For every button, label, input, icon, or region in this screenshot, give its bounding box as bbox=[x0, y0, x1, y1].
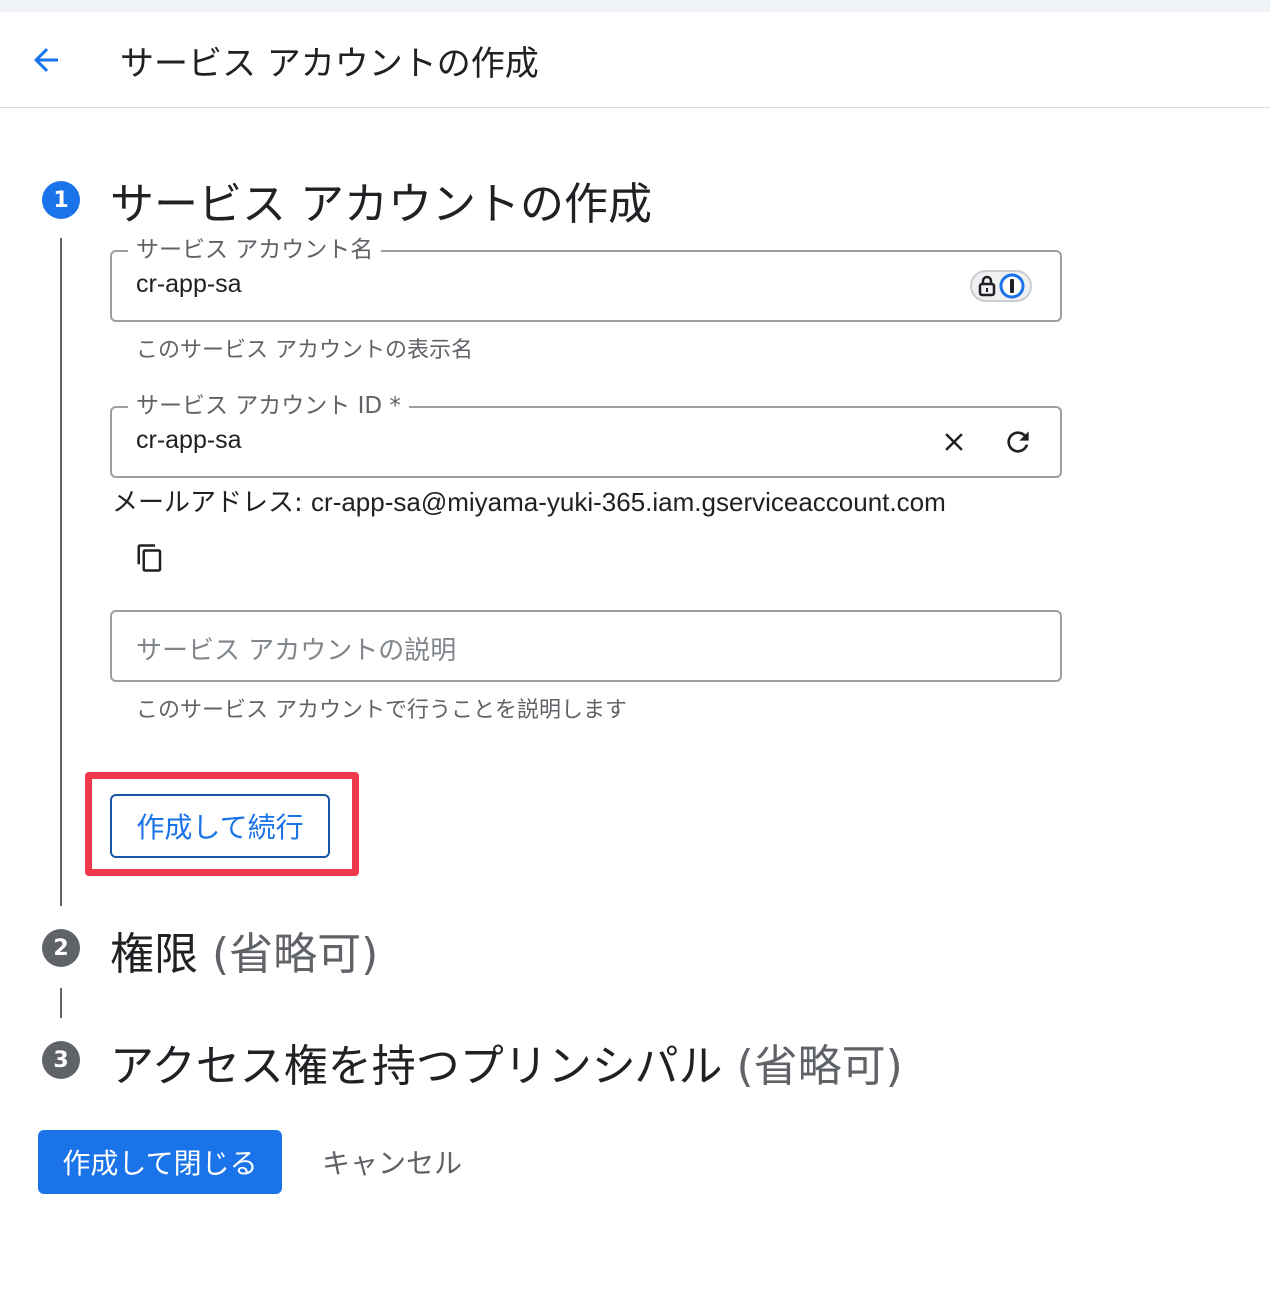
refresh-icon bbox=[1007, 431, 1029, 453]
copy-email-button[interactable] bbox=[130, 538, 170, 578]
step-2-optional: (省略可) bbox=[212, 929, 379, 980]
create-and-close-button[interactable]: 作成して閉じる bbox=[38, 1130, 282, 1194]
cancel-button[interactable]: キャンセル bbox=[302, 1130, 482, 1194]
step-1-title-text: サービス アカウントの作成 bbox=[110, 179, 652, 230]
step-1-indicator: 1 bbox=[42, 181, 80, 219]
service-account-id-label: サービス アカウント ID * bbox=[128, 392, 409, 420]
page-title: サービス アカウントの作成 bbox=[120, 44, 539, 84]
copy-icon bbox=[137, 544, 162, 572]
create-and-continue-button[interactable]: 作成して続行 bbox=[110, 794, 330, 858]
regenerate-id-button[interactable] bbox=[998, 422, 1038, 462]
clear-id-button[interactable] bbox=[934, 422, 974, 462]
password-manager-badge[interactable] bbox=[970, 270, 1032, 302]
top-strip bbox=[0, 0, 1270, 28]
service-account-name-input[interactable] bbox=[136, 270, 916, 299]
service-account-id-input[interactable] bbox=[136, 426, 916, 455]
service-account-id-field[interactable]: サービス アカウント ID * bbox=[110, 392, 1062, 478]
step-2-connector bbox=[60, 988, 62, 1018]
service-account-email: メールアドレス: cr-app-sa@miyama-yuki-365.iam.g… bbox=[112, 482, 946, 519]
step-2-title[interactable]: 権限 (省略可) bbox=[110, 918, 378, 982]
step-1-title[interactable]: サービス アカウントの作成 bbox=[110, 168, 652, 232]
step-2-indicator: 2 bbox=[42, 929, 80, 967]
arrow-left-icon bbox=[34, 48, 58, 72]
step-2-title-text: 権限 bbox=[110, 929, 198, 980]
lock-icon bbox=[978, 275, 996, 297]
service-account-description-field[interactable]: サービス アカウントの説明 bbox=[110, 610, 1062, 682]
email-value: cr-app-sa@miyama-yuki-365.iam.gserviceac… bbox=[311, 487, 946, 517]
service-account-name-helper: このサービス アカウントの表示名 bbox=[136, 338, 473, 363]
service-account-description-helper: このサービス アカウントで行うことを説明します bbox=[136, 698, 627, 723]
step-3-indicator: 3 bbox=[42, 1041, 80, 1079]
service-account-name-label: サービス アカウント名 bbox=[128, 236, 382, 264]
service-account-description-placeholder[interactable]: サービス アカウントの説明 bbox=[136, 630, 456, 667]
back-button[interactable] bbox=[22, 40, 70, 80]
step-3-title-text: アクセス権を持つプリンシパル bbox=[110, 1041, 723, 1092]
step-3-title[interactable]: アクセス権を持つプリンシパル (省略可) bbox=[110, 1030, 903, 1094]
close-icon bbox=[945, 433, 963, 451]
step-3-optional: (省略可) bbox=[736, 1041, 903, 1092]
service-account-name-field[interactable]: サービス アカウント名 bbox=[110, 236, 1062, 322]
password-manager-icon bbox=[999, 273, 1025, 299]
step-1-connector bbox=[60, 238, 62, 906]
page-header: サービス アカウントの作成 bbox=[0, 12, 1270, 108]
email-label: メールアドレス: bbox=[112, 488, 312, 518]
